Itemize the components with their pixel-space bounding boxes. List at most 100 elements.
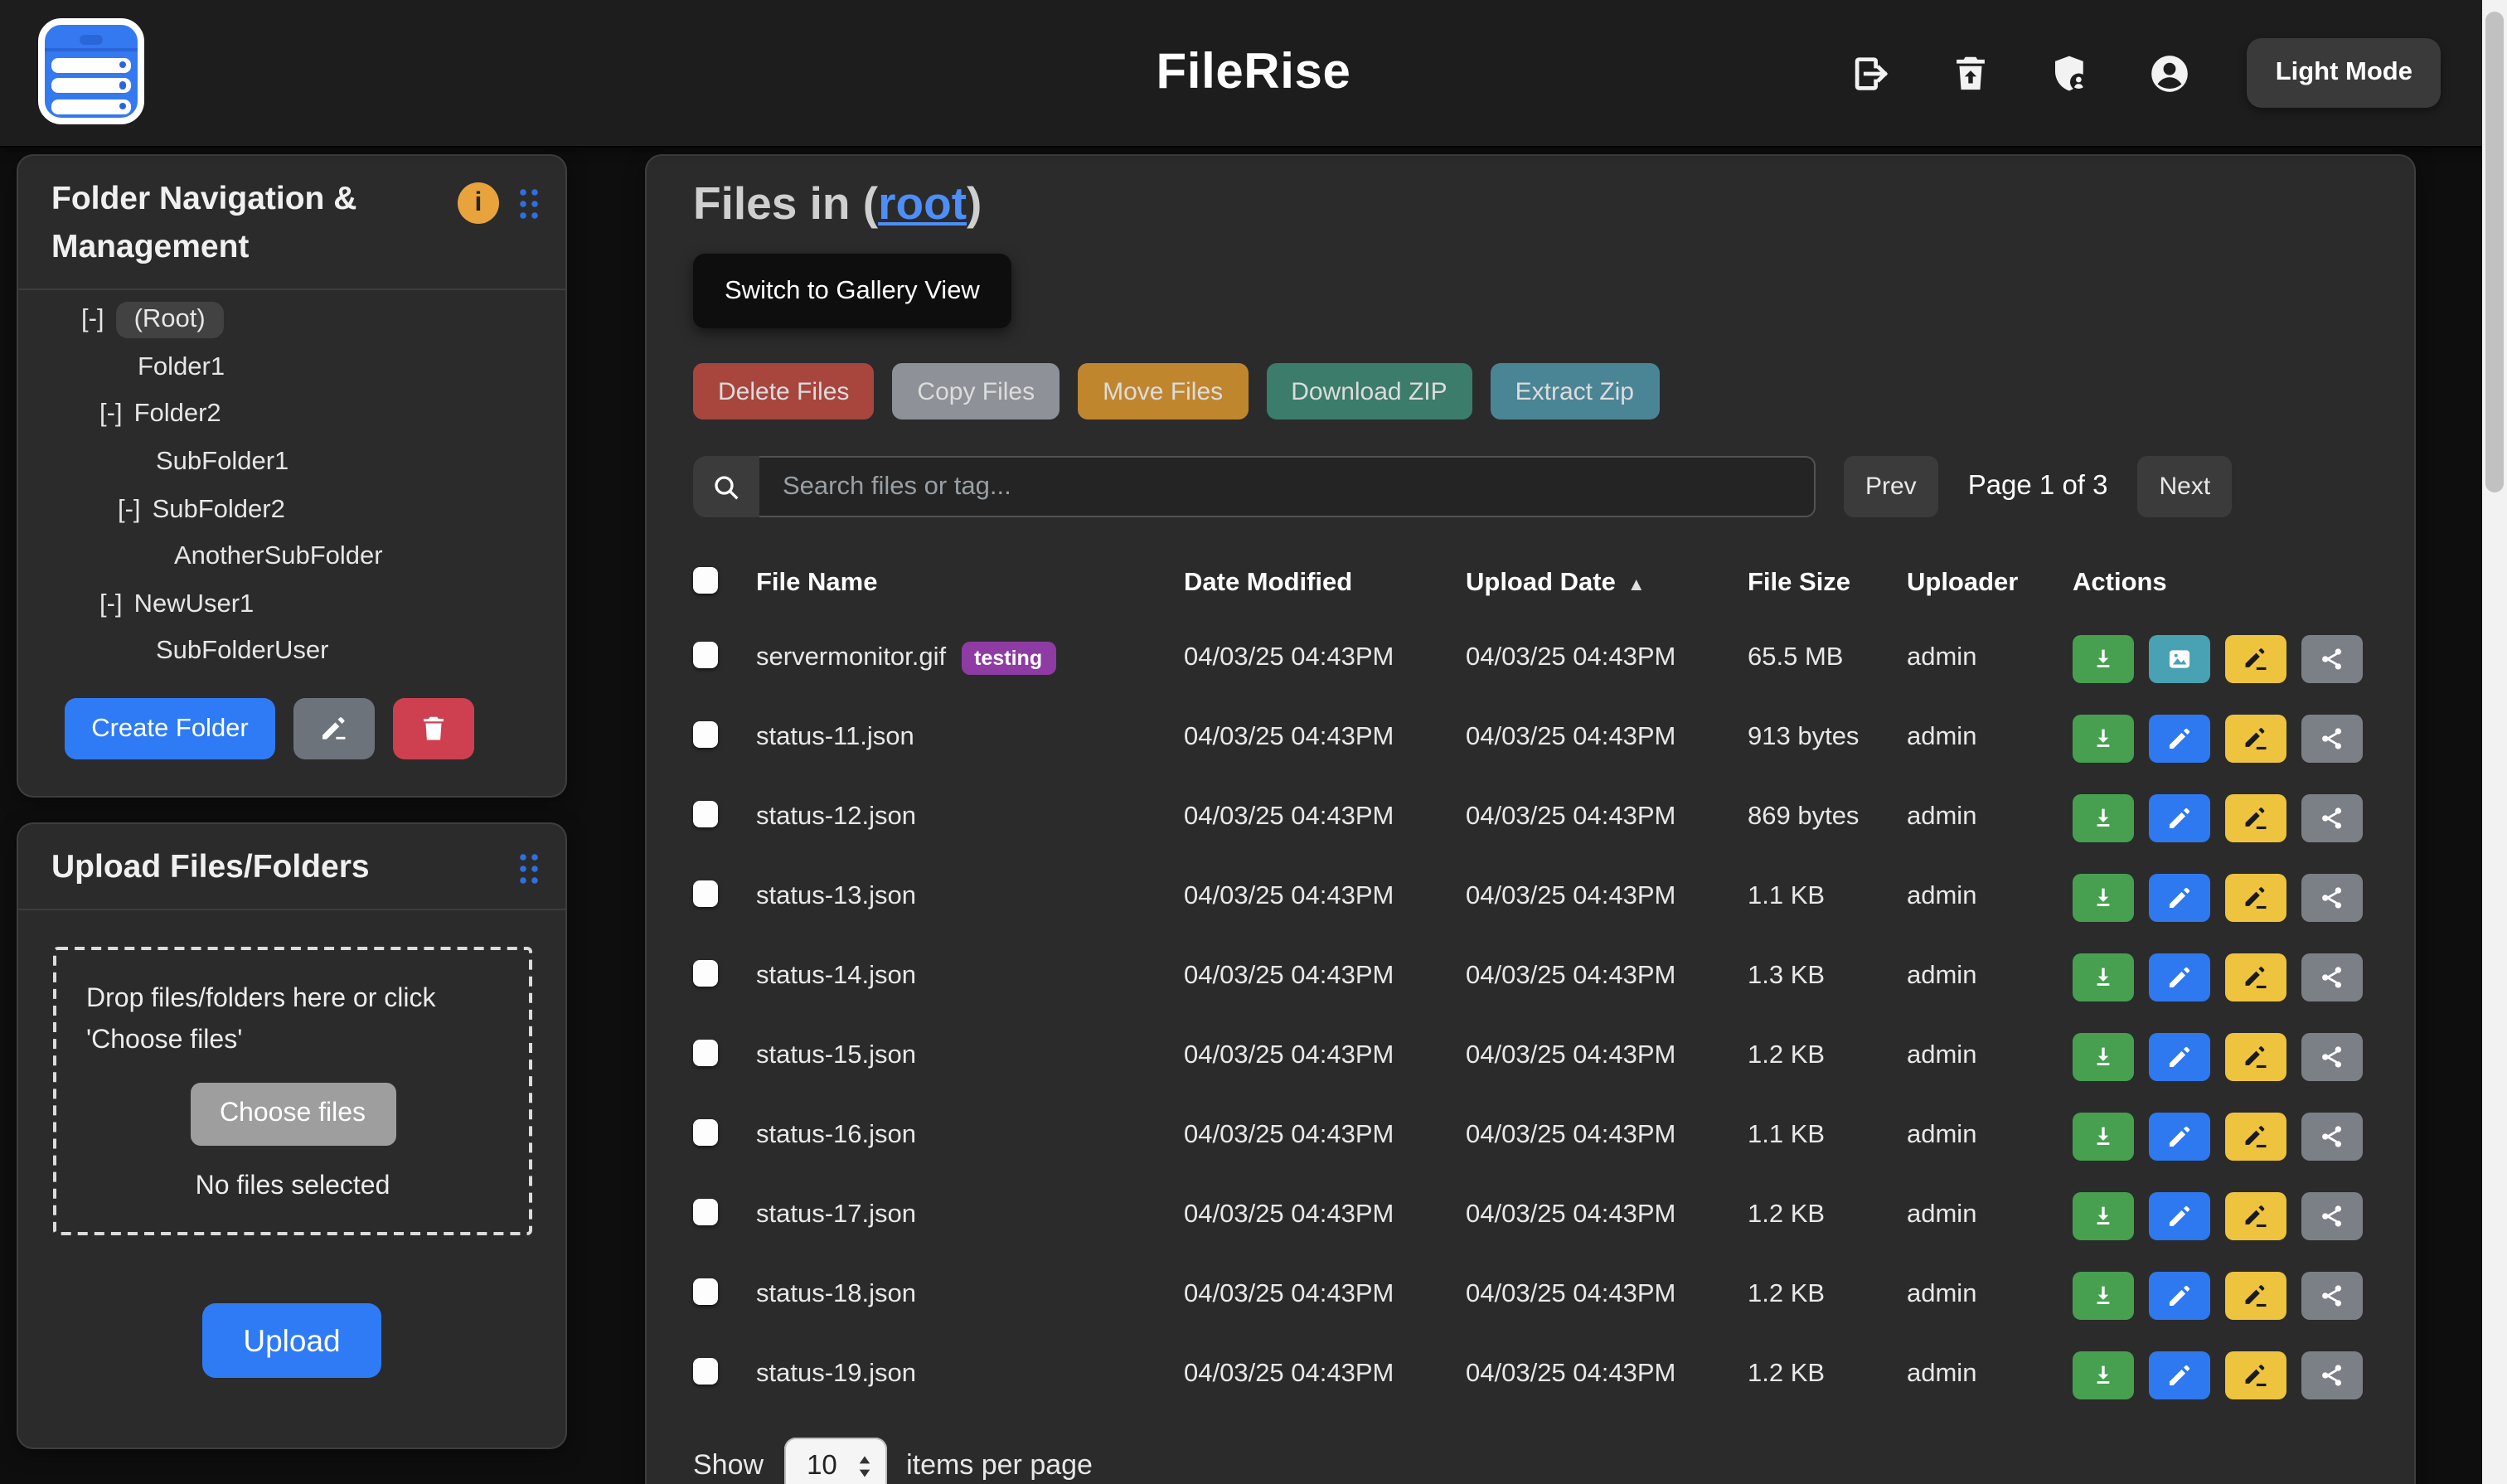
edit-button[interactable] — [2149, 953, 2210, 1001]
file-name[interactable]: status-11.json — [756, 723, 914, 751]
preview-button[interactable] — [2149, 634, 2210, 682]
logout-icon[interactable] — [1850, 51, 1894, 95]
delete-files-button[interactable]: Delete Files — [693, 363, 874, 419]
drag-handle-icon[interactable] — [516, 851, 542, 887]
root-folder-link[interactable]: root — [878, 177, 967, 229]
edit-button[interactable] — [2149, 1032, 2210, 1080]
extract-zip-button[interactable]: Extract Zip — [1491, 363, 1659, 419]
next-page-button[interactable]: Next — [2138, 456, 2233, 517]
rename-button[interactable] — [2225, 1351, 2286, 1399]
folder-tree-item[interactable]: [-] SubFolder2 — [18, 487, 565, 534]
download-button[interactable] — [2073, 1032, 2134, 1080]
select-all-checkbox[interactable] — [693, 566, 718, 593]
folder-label[interactable]: Folder1 — [138, 353, 225, 383]
download-button[interactable] — [2073, 1112, 2134, 1160]
rename-button[interactable] — [2225, 793, 2286, 841]
row-checkbox[interactable] — [693, 880, 718, 906]
rename-button[interactable] — [2225, 1032, 2286, 1080]
edit-button[interactable] — [2149, 1112, 2210, 1160]
share-button[interactable] — [2301, 793, 2363, 841]
download-button[interactable] — [2073, 953, 2134, 1001]
download-button[interactable] — [2073, 714, 2134, 762]
file-name[interactable]: status-13.json — [756, 882, 916, 910]
row-checkbox[interactable] — [693, 959, 718, 986]
share-button[interactable] — [2301, 1032, 2363, 1080]
column-header-date-modified[interactable]: Date Modified — [1184, 569, 1466, 599]
share-button[interactable] — [2301, 1351, 2363, 1399]
rename-folder-button[interactable] — [293, 698, 375, 759]
scrollbar-track[interactable] — [2482, 0, 2507, 1484]
upload-button[interactable]: Upload — [202, 1303, 381, 1378]
download-button[interactable] — [2073, 634, 2134, 682]
light-mode-toggle[interactable]: Light Mode — [2248, 38, 2441, 108]
edit-button[interactable] — [2149, 1191, 2210, 1239]
scrollbar-thumb[interactable] — [2485, 12, 2504, 492]
edit-button[interactable] — [2149, 1351, 2210, 1399]
admin-shield-icon[interactable] — [2049, 51, 2093, 95]
user-profile-icon[interactable] — [2148, 51, 2193, 95]
switch-gallery-view-button[interactable]: Switch to Gallery View — [693, 254, 1011, 328]
download-button[interactable] — [2073, 1191, 2134, 1239]
folder-label[interactable]: NewUser1 — [134, 590, 255, 620]
row-checkbox[interactable] — [693, 641, 718, 667]
tree-collapse-toggle[interactable]: [-] — [81, 306, 104, 336]
items-per-page-select[interactable]: 10 — [783, 1438, 886, 1484]
tree-collapse-toggle[interactable]: [-] — [99, 590, 123, 620]
rename-button[interactable] — [2225, 1271, 2286, 1319]
column-header-file-size[interactable]: File Size — [1748, 569, 1907, 599]
row-checkbox[interactable] — [693, 1118, 718, 1145]
share-button[interactable] — [2301, 953, 2363, 1001]
prev-page-button[interactable]: Prev — [1844, 456, 1938, 517]
edit-button[interactable] — [2149, 714, 2210, 762]
download-button[interactable] — [2073, 1351, 2134, 1399]
file-name[interactable]: status-18.json — [756, 1280, 916, 1308]
folder-tree-item[interactable]: Folder1 — [18, 344, 565, 391]
folder-tree-item[interactable]: [-] NewUser1 — [18, 581, 565, 628]
share-button[interactable] — [2301, 873, 2363, 921]
share-button[interactable] — [2301, 714, 2363, 762]
share-button[interactable] — [2301, 1112, 2363, 1160]
folder-tree-item[interactable]: SubFolder1 — [18, 439, 565, 487]
folder-label[interactable]: (Root) — [116, 303, 224, 339]
row-checkbox[interactable] — [693, 1357, 718, 1384]
column-header-upload-date[interactable]: Upload Date▲ — [1466, 569, 1748, 599]
file-name[interactable]: status-14.json — [756, 962, 916, 990]
file-name[interactable]: status-17.json — [756, 1200, 916, 1229]
share-button[interactable] — [2301, 1271, 2363, 1319]
column-header-file-name[interactable]: File Name — [756, 569, 1184, 599]
download-button[interactable] — [2073, 873, 2134, 921]
file-name[interactable]: status-19.json — [756, 1360, 916, 1388]
row-checkbox[interactable] — [693, 800, 718, 827]
file-name[interactable]: status-15.json — [756, 1041, 916, 1069]
info-icon[interactable]: i — [458, 182, 499, 224]
edit-button[interactable] — [2149, 793, 2210, 841]
folder-label[interactable]: SubFolder2 — [153, 495, 285, 525]
share-button[interactable] — [2301, 1191, 2363, 1239]
folder-tree-item[interactable]: [-] Folder2 — [18, 391, 565, 439]
row-checkbox[interactable] — [693, 720, 718, 747]
column-header-uploader[interactable]: Uploader — [1907, 569, 2073, 599]
row-checkbox[interactable] — [693, 1198, 718, 1225]
download-button[interactable] — [2073, 793, 2134, 841]
choose-files-button[interactable]: Choose files — [190, 1083, 395, 1146]
tree-collapse-toggle[interactable]: [-] — [118, 495, 141, 525]
download-button[interactable] — [2073, 1271, 2134, 1319]
folder-label[interactable]: Folder2 — [134, 400, 221, 430]
move-files-button[interactable]: Move Files — [1078, 363, 1248, 419]
row-checkbox[interactable] — [693, 1039, 718, 1065]
folder-label[interactable]: SubFolderUser — [156, 638, 329, 667]
tree-collapse-toggle[interactable]: [-] — [99, 400, 123, 430]
delete-folder-button[interactable] — [393, 698, 474, 759]
file-name[interactable]: servermonitor.gif — [756, 643, 946, 672]
folder-tree-item[interactable]: SubFolderUser — [18, 628, 565, 676]
folder-tree-item[interactable]: AnotherSubFolder — [18, 534, 565, 581]
share-button[interactable] — [2301, 634, 2363, 682]
folder-label[interactable]: SubFolder1 — [156, 448, 289, 478]
file-name[interactable]: status-12.json — [756, 803, 916, 831]
drag-handle-icon[interactable] — [516, 185, 542, 221]
rename-button[interactable] — [2225, 1112, 2286, 1160]
rename-button[interactable] — [2225, 1191, 2286, 1239]
folder-tree-item[interactable]: [-] (Root) — [18, 297, 565, 344]
rename-button[interactable] — [2225, 714, 2286, 762]
edit-button[interactable] — [2149, 873, 2210, 921]
